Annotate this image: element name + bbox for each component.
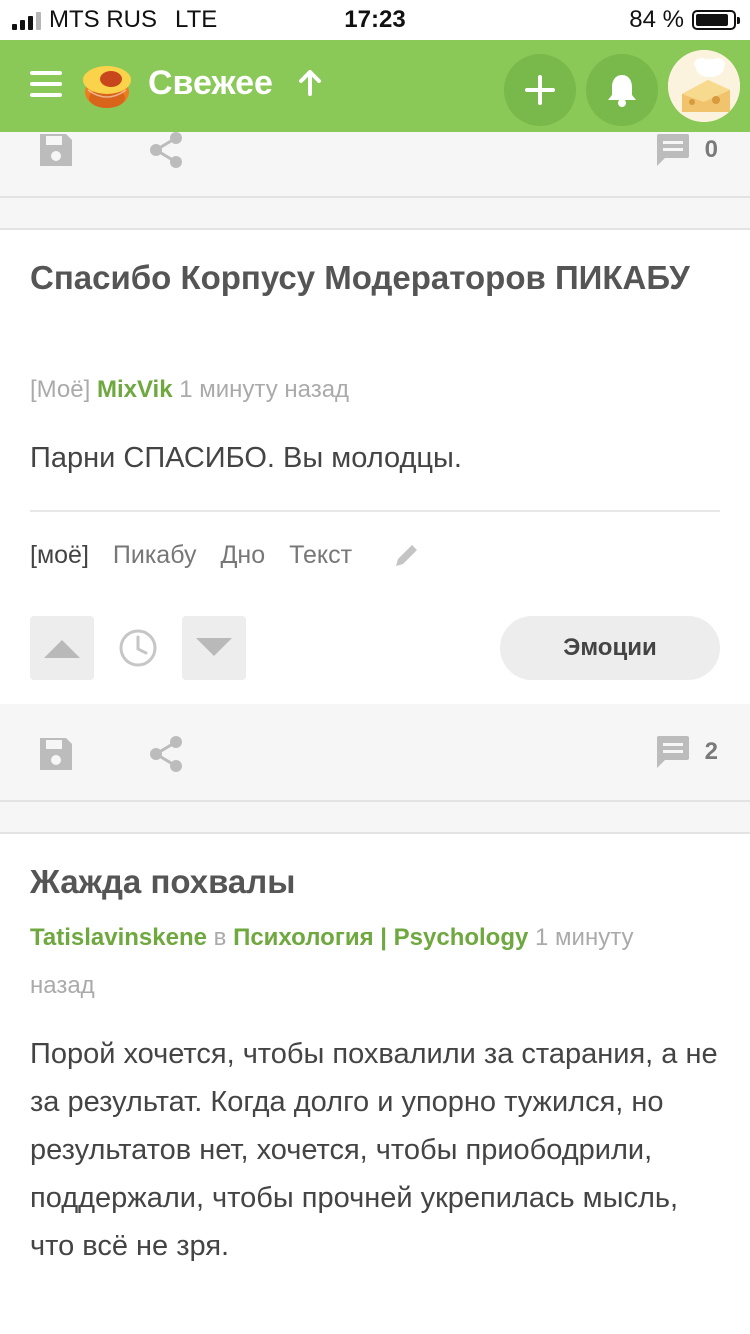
feed-separator bbox=[0, 802, 750, 834]
emotions-button[interactable]: Эмоции bbox=[500, 616, 720, 680]
arrow-up-icon bbox=[44, 640, 80, 658]
add-post-button[interactable] bbox=[504, 54, 576, 126]
downvote-button[interactable] bbox=[182, 616, 246, 680]
story-text: Парни СПАСИБО. Вы молодцы. bbox=[30, 442, 462, 474]
plus-icon bbox=[525, 75, 555, 105]
battery-icon bbox=[692, 10, 740, 30]
story-community[interactable]: Психология | Psychology bbox=[233, 924, 528, 951]
tag-pikabu[interactable]: Пикабу bbox=[113, 541, 197, 570]
story-in-word: в bbox=[213, 924, 227, 951]
comments-button[interactable]: 0 bbox=[653, 132, 718, 168]
status-right: 84 % bbox=[629, 6, 740, 34]
battery-percent: 84 % bbox=[629, 6, 684, 33]
comments-button[interactable]: 2 bbox=[653, 734, 718, 770]
story-moe-tag: [Моё] bbox=[30, 376, 91, 403]
comment-count: 2 bbox=[704, 738, 718, 765]
app-header: Свежее bbox=[0, 40, 750, 132]
story-title[interactable]: Жажда похвалы bbox=[30, 854, 710, 910]
avatar[interactable] bbox=[668, 50, 740, 122]
story-tags: [моё] Пикабу Дно Текст bbox=[30, 540, 422, 570]
divider bbox=[30, 510, 720, 512]
comment-count: 0 bbox=[704, 136, 718, 163]
clock-icon bbox=[119, 629, 157, 667]
feed-separator bbox=[0, 198, 750, 230]
story-time: 1 минуту bbox=[535, 924, 634, 951]
story-time: 1 минуту назад bbox=[179, 376, 350, 403]
tag-dno[interactable]: Дно bbox=[220, 541, 265, 570]
story-author[interactable]: MixVik bbox=[97, 376, 173, 403]
story-title[interactable]: Спасибо Корпусу Модераторов ПИКАБУ bbox=[30, 250, 710, 306]
feed-title[interactable]: Свежее bbox=[148, 64, 273, 103]
save-icon[interactable] bbox=[36, 130, 76, 170]
upvote-button[interactable] bbox=[30, 616, 94, 680]
story-card: Жажда похвалы Tatislavinskene в Психолог… bbox=[0, 834, 750, 1334]
comment-icon bbox=[656, 736, 689, 768]
notifications-button[interactable] bbox=[586, 54, 658, 126]
save-icon[interactable] bbox=[36, 734, 76, 774]
share-icon[interactable] bbox=[148, 130, 184, 170]
story-time-suffix: назад bbox=[30, 972, 95, 999]
story-meta: Tatislavinskene в Психология | Psycholog… bbox=[30, 914, 720, 1010]
arrow-down-icon bbox=[196, 638, 232, 656]
story-author[interactable]: Tatislavinskene bbox=[30, 924, 207, 951]
menu-icon[interactable] bbox=[30, 71, 62, 97]
avatar-image bbox=[668, 50, 740, 122]
status-bar: MTS RUS LTE 17:23 84 % bbox=[0, 0, 750, 40]
story-card: Спасибо Корпусу Модераторов ПИКАБУ [Моё]… bbox=[0, 230, 750, 704]
tag-tekst[interactable]: Текст bbox=[289, 541, 352, 570]
story-meta: [Моё] MixVik 1 минуту назад bbox=[30, 366, 720, 414]
bell-icon bbox=[608, 75, 636, 107]
edit-tags-icon[interactable] bbox=[392, 540, 422, 570]
comment-icon bbox=[656, 134, 689, 166]
sort-arrow-up-icon[interactable] bbox=[296, 68, 324, 98]
tag-moe[interactable]: [моё] bbox=[30, 541, 89, 570]
pikabu-logo[interactable] bbox=[80, 58, 134, 112]
share-icon[interactable] bbox=[148, 734, 184, 774]
post-action-bar: 2 bbox=[0, 704, 750, 802]
story-text: Порой хочется, чтобы похвалили за старан… bbox=[30, 1038, 718, 1262]
